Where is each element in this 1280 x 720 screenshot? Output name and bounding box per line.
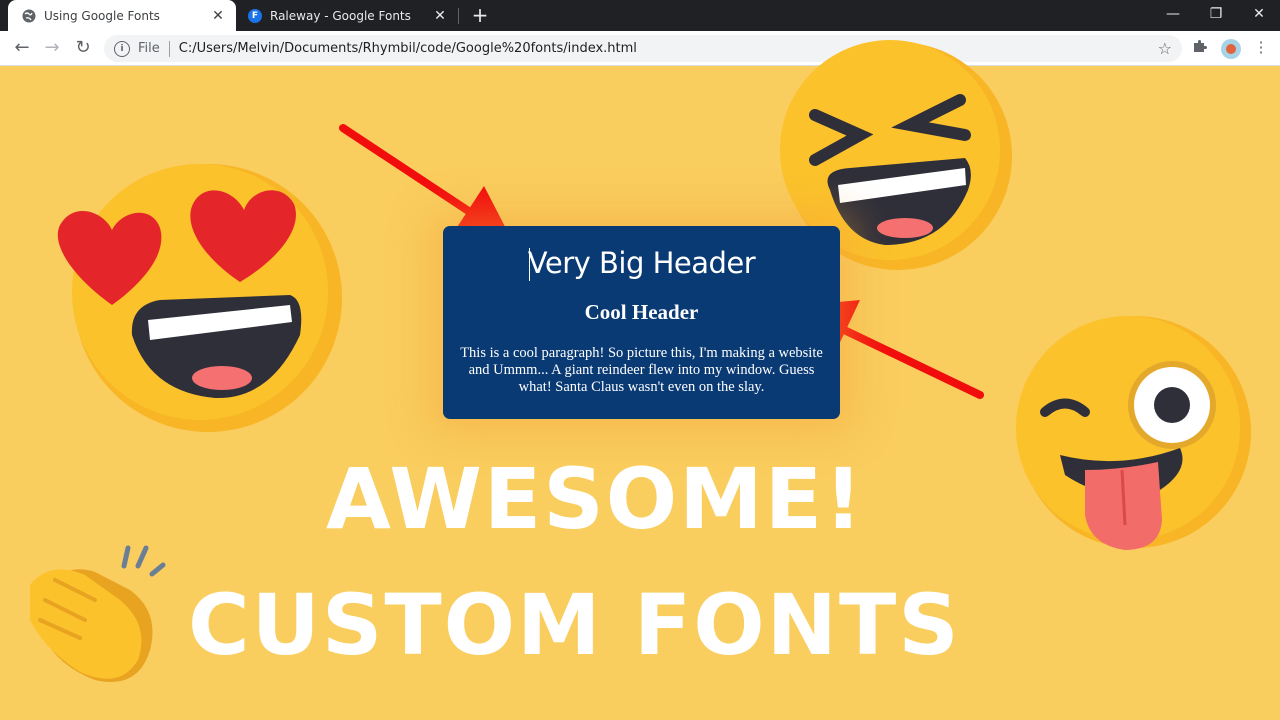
winking-tongue-emoji — [1016, 316, 1251, 550]
awesome-text: AWESOME! — [326, 450, 865, 548]
cool-header: Cool Header — [584, 300, 699, 324]
heart-eyes-emoji — [57, 164, 342, 432]
content-card: Very Big Header Cool Header This is a co… — [443, 226, 840, 419]
very-big-header: Very Big Header — [527, 246, 756, 280]
text-caret — [529, 248, 530, 281]
custom-fonts-text: CUSTOM FONTS — [188, 576, 961, 674]
clapping-hands-emoji — [30, 545, 166, 682]
card-paragraph: This is a cool paragraph! So picture thi… — [460, 345, 823, 395]
